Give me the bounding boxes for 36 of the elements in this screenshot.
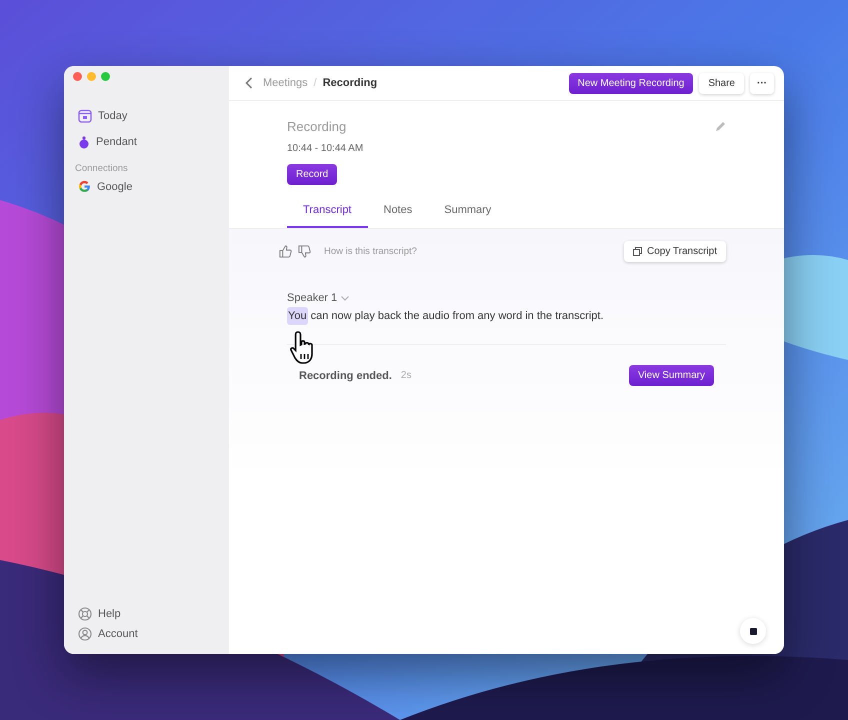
sidebar-item[interactable]: Google — [72, 176, 221, 197]
time-range: 10:44 - 10:44 AM — [287, 143, 364, 154]
copy-transcript-button[interactable]: Copy Transcript — [624, 241, 726, 262]
thumbs-up-icon[interactable] — [279, 245, 292, 258]
stop-button[interactable] — [740, 618, 766, 644]
calendar-icon — [78, 109, 92, 123]
thumbs-down-icon[interactable] — [298, 245, 311, 258]
breadcrumb-separator: / — [314, 77, 317, 89]
tab[interactable]: Summary — [428, 199, 508, 228]
feedback-prompt: How is this transcript? — [324, 246, 417, 257]
recording-title: Recording — [287, 119, 346, 134]
more-button[interactable]: ··· — [750, 72, 774, 94]
google-icon — [78, 180, 91, 193]
status-message: Recording ended. — [299, 370, 392, 382]
share-button[interactable]: Share — [699, 72, 744, 94]
new-recording-button[interactable]: New Meeting Recording — [568, 72, 694, 94]
account-icon — [78, 627, 92, 641]
view-summary-button[interactable]: View Summary — [628, 365, 714, 386]
section-heading: Connections — [75, 163, 129, 174]
sidebar-item[interactable]: Account — [72, 624, 221, 644]
breadcrumb-current: Recording — [322, 77, 378, 89]
pendant-icon — [78, 135, 90, 149]
chevron-down-icon — [341, 296, 350, 300]
help-icon — [78, 607, 92, 621]
elapsed-time: 2s — [400, 370, 412, 381]
close-icon[interactable] — [73, 72, 82, 81]
tab[interactable]: Notes — [368, 199, 428, 228]
transcript-text[interactable]: You can now play back the audio from any word in the transcript. — [287, 310, 726, 322]
sidebar-item[interactable]: Help — [72, 604, 221, 624]
stop-icon — [750, 628, 756, 634]
record-button[interactable]: Record — [287, 164, 338, 185]
sidebar-item[interactable]: Today — [72, 105, 221, 127]
speaker-dropdown[interactable]: Speaker 1 — [287, 292, 350, 304]
sidebar-item[interactable]: Pendant — [72, 131, 221, 153]
copy-icon — [632, 247, 642, 256]
back-icon[interactable] — [245, 77, 253, 89]
